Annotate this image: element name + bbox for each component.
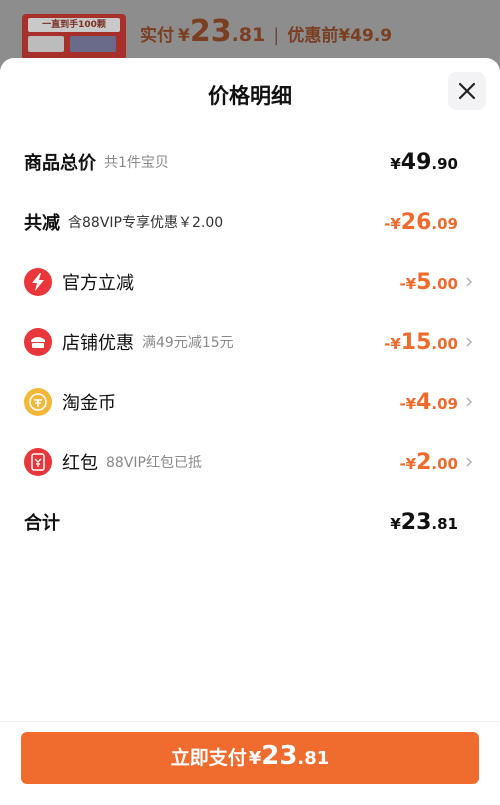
amount-integer: 26 (400, 209, 432, 235)
amount-integer: 49 (400, 149, 432, 175)
thumbnail-decoration (28, 36, 64, 52)
amount-decimal: .90 (431, 154, 458, 173)
row-label: 商品总价 (24, 153, 96, 174)
amount-decimal: .09 (431, 214, 458, 233)
row-sub: 含88VIP专享优惠￥2.00 (68, 215, 224, 231)
row-sum: 合计 ¥23.81 (24, 502, 476, 542)
row-amount: ¥49.90 (390, 150, 458, 175)
amount-decimal: .00 (431, 274, 458, 293)
amount-decimal: .81 (297, 748, 330, 769)
currency-symbol: ¥ (390, 154, 401, 173)
amount-integer: 5 (416, 269, 432, 295)
thumbnail-text: 一直到手100颗 (28, 18, 120, 32)
row-red-packet[interactable]: 红包 88VIP红包已抵 -¥ 2.00 (24, 442, 476, 482)
store-icon (24, 328, 52, 356)
row-amount: -¥ 4.09 (399, 390, 458, 415)
currency-symbol: -¥ (399, 274, 417, 293)
background-price: 实付 ¥ 23 .81 | 优惠前¥49.9 (140, 14, 392, 54)
amount-integer: 4 (416, 389, 432, 415)
price-integer: 23 (189, 14, 232, 49)
row-label: 共减 (24, 213, 60, 234)
amount-integer: 23 (400, 509, 432, 535)
currency-symbol: -¥ (384, 334, 401, 353)
row-sub: 88VIP红包已抵 (106, 455, 202, 471)
close-button[interactable] (448, 72, 486, 110)
amount-decimal: .09 (431, 394, 458, 413)
pay-button-label: 立即支付 (170, 747, 247, 769)
amount-decimal: .00 (431, 454, 458, 473)
amount-decimal: .00 (431, 334, 458, 353)
chevron-right-icon (466, 277, 473, 287)
currency-symbol: ¥ (390, 514, 401, 533)
row-amount: -¥ 2.00 (399, 450, 458, 475)
price-decimal: .81 (231, 24, 266, 46)
pay-now-button[interactable]: 立即支付 ¥ 23 .81 (21, 732, 479, 784)
divider (0, 721, 500, 722)
row-label: 红包 (62, 453, 98, 474)
chevron-right-icon (466, 337, 473, 347)
currency-symbol: -¥ (399, 394, 417, 413)
row-label: 官方立减 (62, 273, 134, 294)
currency-symbol: -¥ (384, 214, 401, 233)
paid-label: 实付 (140, 26, 174, 46)
currency-symbol: ¥ (178, 26, 190, 46)
row-sub: 共1件宝贝 (104, 155, 169, 171)
coin-icon (24, 388, 52, 416)
currency-symbol: -¥ (399, 454, 417, 473)
lightning-icon (24, 268, 52, 296)
row-amount: -¥ 5.00 (399, 270, 458, 295)
row-label: 店铺优惠 (62, 333, 134, 354)
chevron-right-icon (466, 397, 473, 407)
row-amount: -¥ 15.00 (384, 330, 458, 355)
row-total-reduction: 共减 含88VIP专享优惠￥2.00 -¥ 26.09 (24, 202, 476, 242)
row-total-price: 商品总价 共1件宝贝 ¥49.90 (24, 142, 476, 182)
product-thumbnail: 一直到手100颗 (22, 14, 126, 60)
amount-integer: 15 (400, 329, 432, 355)
separator: | (273, 25, 280, 46)
thumbnail-decoration (70, 36, 116, 52)
red-packet-icon (24, 448, 52, 476)
row-amount: ¥23.81 (390, 510, 458, 535)
row-official-discount[interactable]: 官方立减 -¥ 5.00 (24, 262, 476, 302)
amount-integer: 23 (261, 741, 298, 771)
currency-symbol: ¥ (248, 748, 262, 769)
row-store-discount[interactable]: 店铺优惠 满49元减15元 -¥ 15.00 (24, 322, 476, 362)
pre-discount-price: 优惠前¥49.9 (287, 26, 393, 46)
row-coin-discount[interactable]: 淘金币 -¥ 4.09 (24, 382, 476, 422)
sheet-title: 价格明细 (208, 84, 292, 108)
row-label: 合计 (24, 513, 60, 534)
chevron-right-icon (466, 457, 473, 467)
amount-decimal: .81 (431, 514, 458, 533)
price-detail-sheet: 价格明细 商品总价 共1件宝贝 ¥49.90 共减 含88VIP专享优惠￥2.0… (0, 58, 500, 805)
row-sub: 满49元减15元 (142, 335, 234, 351)
amount-integer: 2 (416, 449, 432, 475)
close-icon (458, 82, 476, 100)
row-amount: -¥ 26.09 (384, 210, 458, 235)
row-label: 淘金币 (62, 393, 116, 414)
